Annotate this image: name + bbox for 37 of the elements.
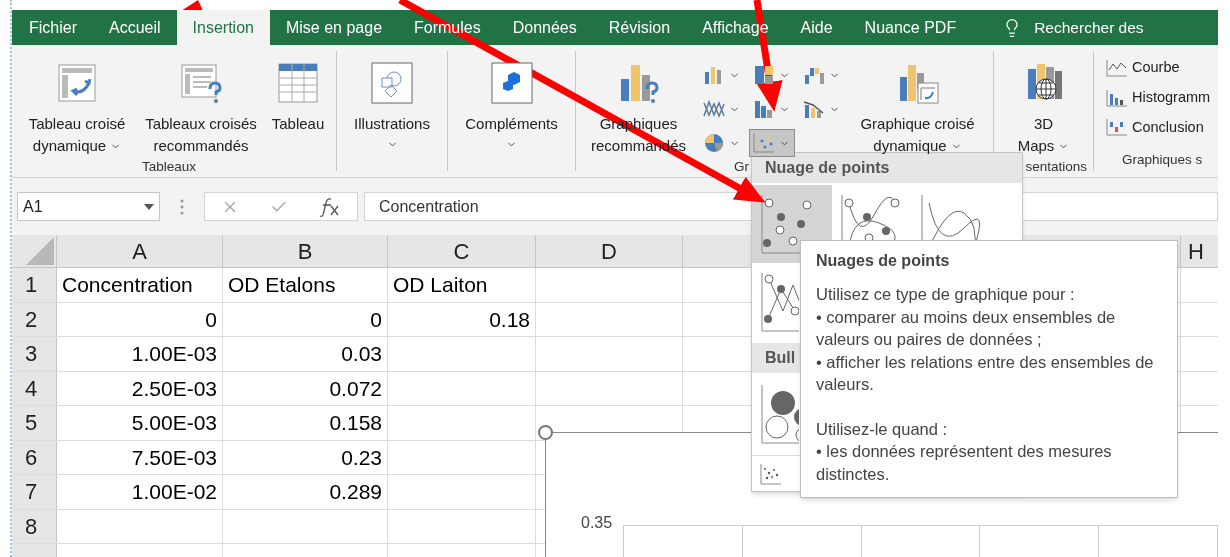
tooltip-text: Utilisez-le quand : (816, 418, 949, 440)
button-label: Maps (1017, 136, 1055, 156)
button-label: Tableaux croisés (145, 114, 257, 134)
table-cell-text: 0.158 (329, 410, 382, 436)
table-cell-text: 1.00E-02 (131, 479, 217, 505)
table-cell-text: 0.18 (489, 306, 530, 333)
table-cell-text: 1.00E-03 (131, 341, 217, 367)
button-label: Illustrations (354, 114, 430, 134)
group-label: Tableaux (141, 158, 196, 176)
tooltip-text: • les données représentent des mesures distinctes. (816, 441, 1113, 485)
button-label: Graphique croisé (860, 114, 975, 134)
table-cell-text: 0 (370, 306, 382, 333)
table-cell-text: 0.23 (341, 444, 382, 471)
table-cell-text: 7.50E-03 (131, 444, 217, 471)
tooltip-text: Utilisez ce type de graphique pour : (816, 284, 1076, 305)
table-cell-text: 0.289 (329, 479, 382, 505)
table-cell-text: 0 (205, 306, 217, 333)
table-cell-text: 5.00E-03 (131, 410, 217, 436)
button-label: Tableau (271, 114, 325, 134)
table-cell-text: OD Laiton (393, 272, 488, 298)
axis-label: 0.35 (581, 514, 613, 531)
table-cell-text: OD Etalons (228, 272, 336, 298)
button-label: 3D (1033, 114, 1054, 134)
button-label: dynamique (32, 136, 107, 156)
table-cell-text: 2.50E-03 (131, 375, 217, 402)
menu-section-header: Nuage de points (752, 153, 1022, 183)
button-label: recommandés (153, 136, 249, 156)
tooltip-title: Nuages de points (816, 251, 951, 271)
button-label: Tableau croisé (28, 114, 126, 134)
table-cell-text: 0.072 (329, 375, 382, 402)
table-cell-text: 0.03 (341, 341, 382, 367)
group-label: Graphiques s (1122, 150, 1203, 169)
table-cell-text: Concentration (62, 272, 193, 298)
group-label: Gr (734, 158, 749, 176)
button-label: Compléments (465, 114, 558, 134)
button-label: dynamique (873, 136, 947, 156)
group-label: sentations (1025, 158, 1087, 176)
